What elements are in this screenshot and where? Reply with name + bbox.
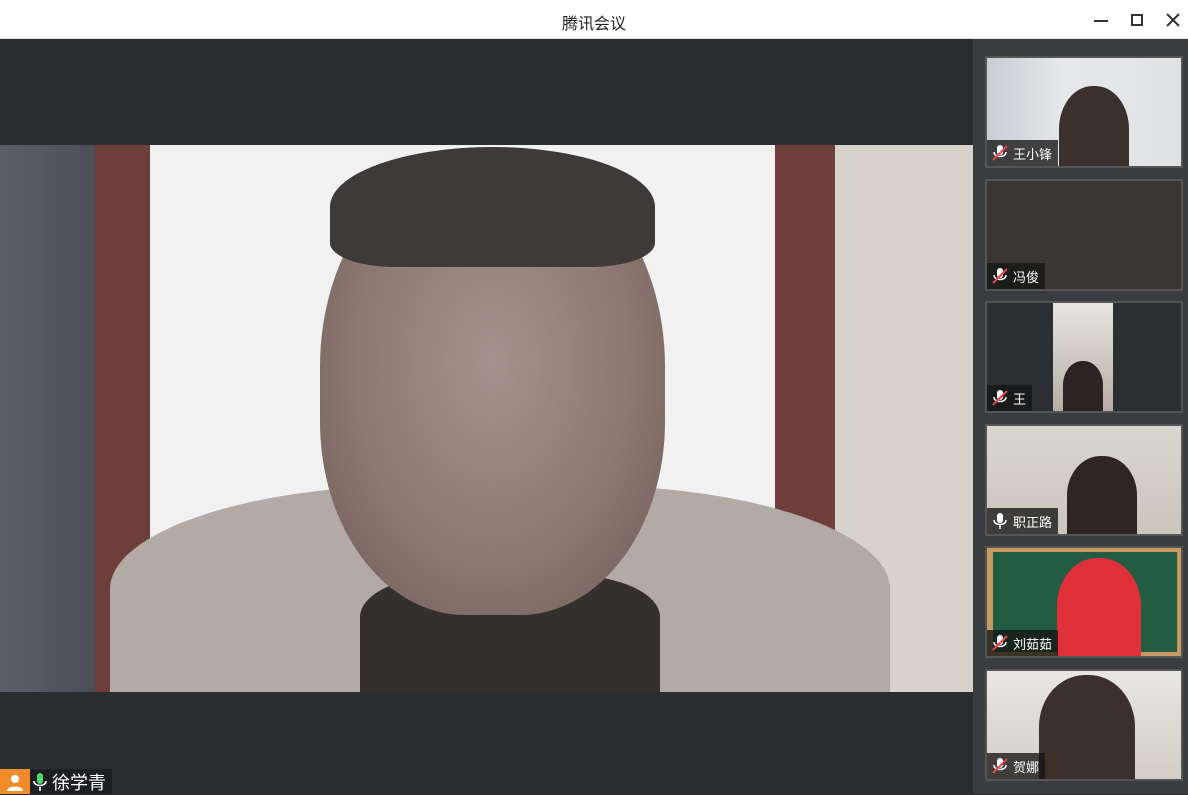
mic-on-icon — [30, 769, 50, 794]
participant-label: 王小锋 — [987, 140, 1059, 166]
participant-tile[interactable]: 刘茹茹 — [985, 546, 1183, 658]
video-background — [0, 145, 95, 692]
participant-name: 王小锋 — [1013, 147, 1053, 163]
close-button[interactable] — [1161, 8, 1185, 32]
mic-on-icon — [993, 513, 1007, 529]
participant-tile[interactable]: 王小锋 — [985, 56, 1183, 168]
main-speaker-badge: 徐学青 — [0, 769, 112, 794]
minimize-icon — [1094, 20, 1108, 22]
participant-label: 贺娜 — [987, 753, 1046, 779]
main-speaker-video[interactable] — [0, 145, 973, 692]
close-icon — [1166, 13, 1180, 27]
title-bar: 腾讯会议 — [0, 0, 1188, 39]
mic-muted-icon — [992, 268, 1008, 284]
mic-muted-icon — [992, 390, 1008, 406]
participant-name: 职正路 — [1013, 515, 1053, 531]
participant-label: 冯俊 — [987, 263, 1046, 289]
speaker-hair — [330, 147, 655, 267]
participant-label: 刘茹茹 — [987, 630, 1059, 656]
mic-muted-icon — [992, 758, 1008, 774]
person-icon — [0, 769, 30, 794]
participant-tile[interactable]: 贺娜 — [985, 669, 1183, 781]
participant-label: 王 — [987, 385, 1033, 411]
maximize-icon — [1131, 14, 1143, 26]
maximize-button[interactable] — [1125, 8, 1149, 32]
participant-name: 贺娜 — [1013, 760, 1040, 776]
participant-tile[interactable]: 职正路 — [985, 424, 1183, 536]
minimize-button[interactable] — [1089, 8, 1113, 32]
participant-tile[interactable]: 王 — [985, 301, 1183, 413]
participant-tile[interactable]: 冯俊 — [985, 179, 1183, 291]
participant-video — [1067, 456, 1137, 534]
participant-list: 王小锋 冯俊 王 职正路 刘茹茹 贺娜 — [973, 39, 1188, 794]
participant-video — [1057, 558, 1141, 656]
participant-name: 刘茹茹 — [1013, 637, 1053, 653]
participant-video — [1039, 675, 1135, 779]
mic-muted-icon — [992, 145, 1008, 161]
participant-person — [1063, 361, 1103, 411]
participant-video — [1059, 86, 1129, 166]
mic-muted-icon — [992, 635, 1008, 651]
participant-name: 王 — [1013, 392, 1027, 408]
main-speaker-name: 徐学青 — [52, 772, 106, 794]
participant-label: 职正路 — [987, 508, 1059, 534]
participant-name: 冯俊 — [1013, 270, 1040, 286]
main-video-area — [0, 39, 973, 794]
window-title: 腾讯会议 — [561, 14, 626, 33]
